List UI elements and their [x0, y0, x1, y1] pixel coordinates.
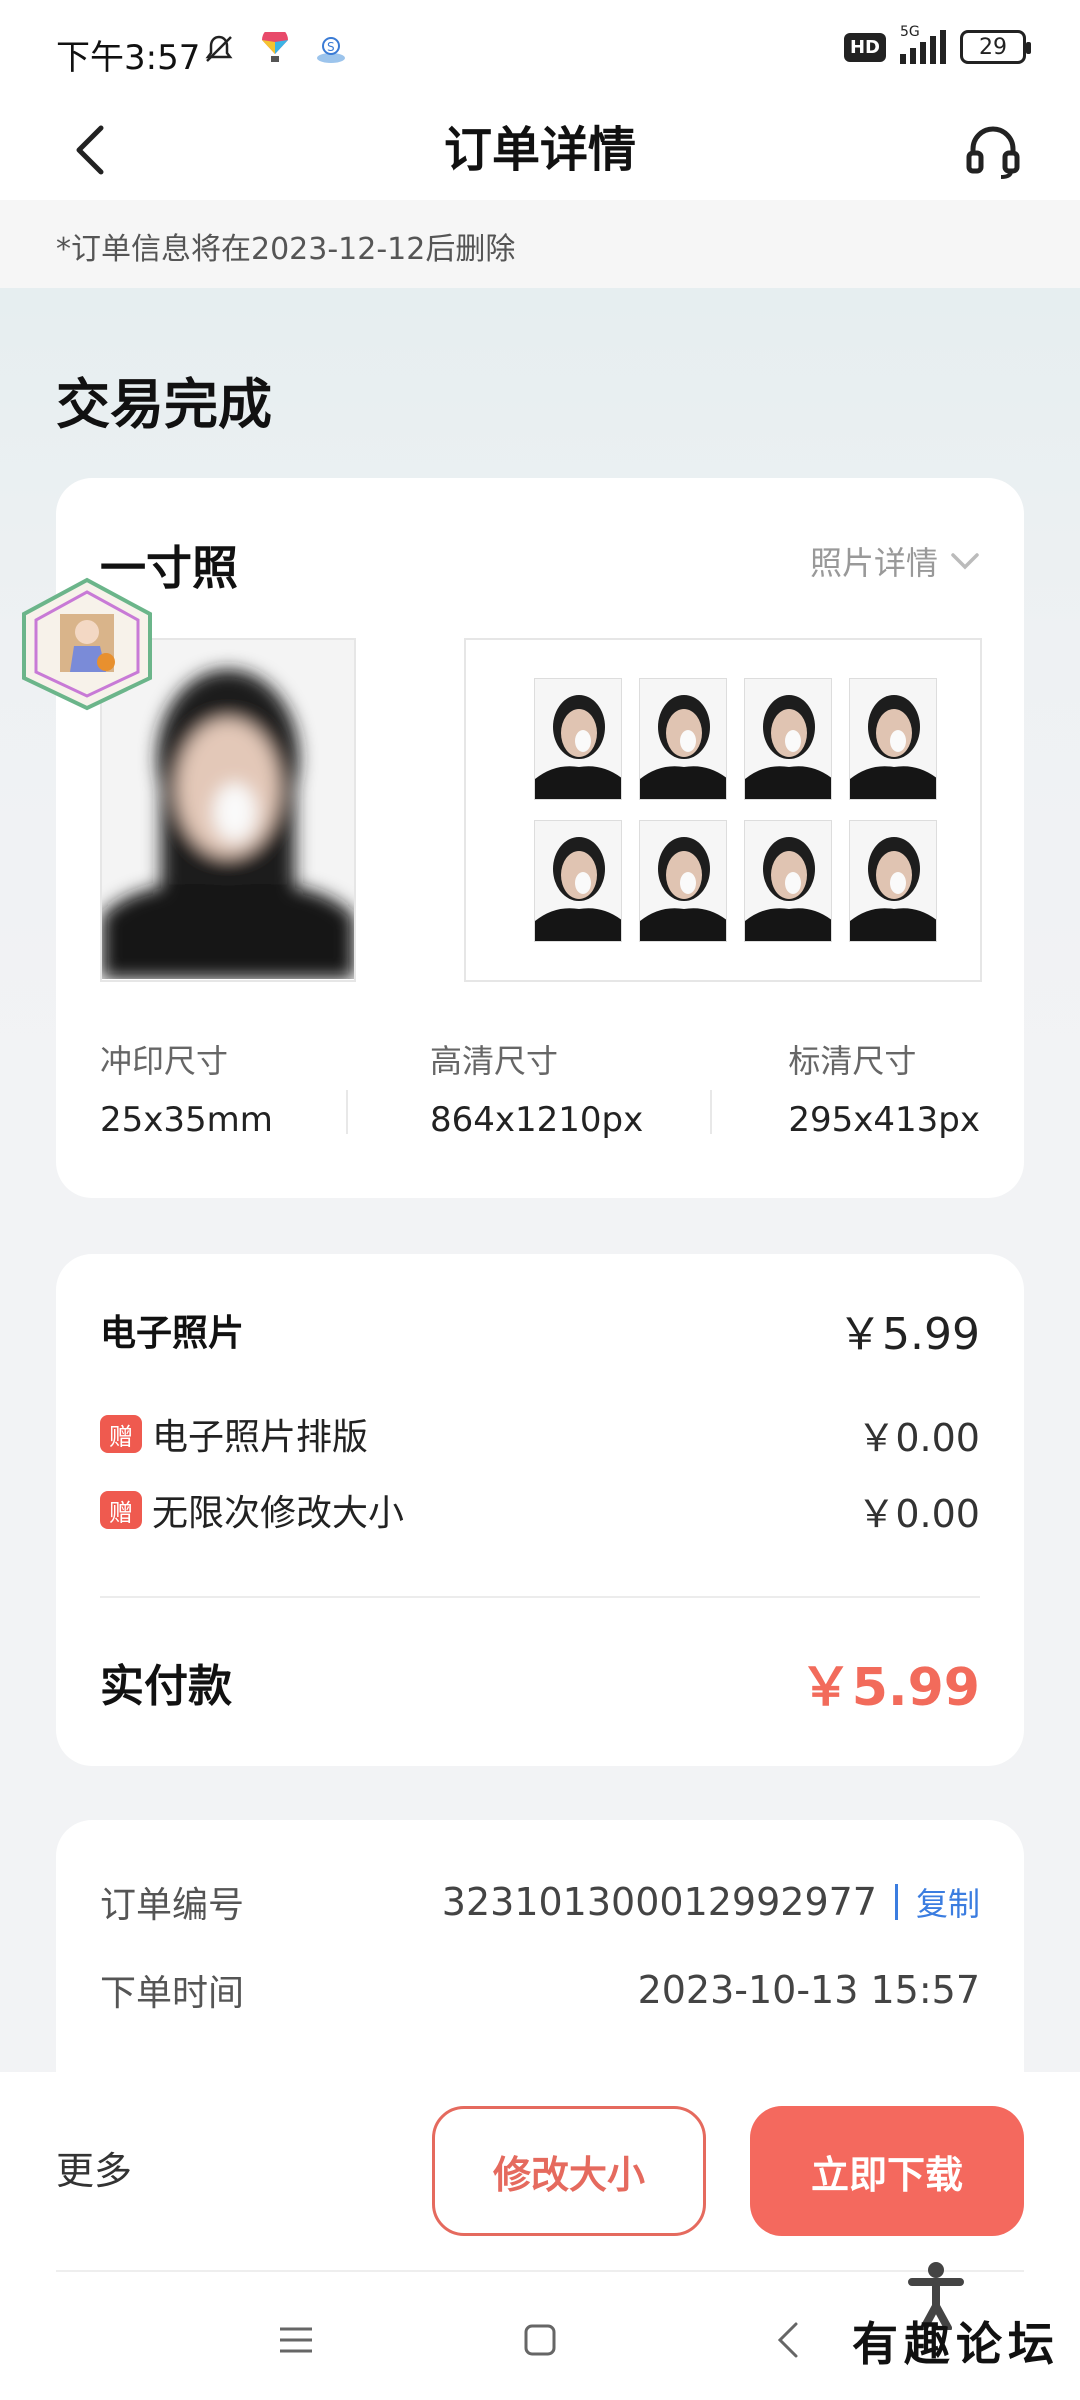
photo-detail-toggle[interactable]: 照片详情 [810, 538, 980, 584]
customer-service-button[interactable] [958, 116, 1028, 186]
back-button[interactable] [60, 120, 120, 180]
layout-thumbnail [639, 820, 727, 942]
spec-print-size: 冲印尺寸 25x35mm [100, 1036, 273, 1140]
floating-sticker-widget[interactable] [14, 574, 160, 714]
photo-layout-grid [534, 678, 937, 942]
layout-thumbnail [849, 678, 937, 800]
layout-thumbnail [744, 678, 832, 800]
order-info-card: 订单编号 323101300012992977 复制 下单时间 2023-10-… [56, 1820, 1024, 2080]
system-back-button[interactable] [758, 2310, 818, 2370]
spec-divider [710, 1090, 712, 1134]
spec-value: 295x413px [788, 1100, 980, 1140]
copy-button[interactable]: 复制 [916, 1879, 980, 1925]
svg-text:S: S [327, 40, 335, 54]
app-notification-icon [256, 30, 294, 68]
gift-row: 赠 电子照片排版 ￥0.00 [100, 1406, 980, 1462]
order-number-value: 323101300012992977 [441, 1880, 877, 1924]
gift-row: 赠 无限次修改大小 ￥0.00 [100, 1482, 980, 1538]
battery-level: 29 [979, 34, 1007, 60]
gift-label: 电子照片排版 [152, 1417, 369, 1458]
notice-text: *订单信息将在2023-12-12后删除 [56, 232, 516, 267]
spec-divider [346, 1090, 348, 1134]
gift-price: ￥0.00 [857, 1491, 980, 1536]
layout-thumbnail [744, 820, 832, 942]
status-system-icons: HD 5G 29 [843, 24, 1031, 64]
price-row-main: 电子照片 ￥5.99 [100, 1298, 980, 1362]
spec-label: 标清尺寸 [788, 1042, 917, 1080]
item-price: ￥5.99 [838, 1309, 980, 1360]
gift-price: ￥0.00 [857, 1415, 980, 1460]
menu-icon [280, 2327, 312, 2353]
download-button[interactable]: 立即下载 [750, 2106, 1024, 2236]
chevron-down-icon [951, 553, 979, 570]
status-bar: 下午3:57 S HD 5G 29 [0, 0, 1080, 100]
gift-label: 无限次修改大小 [152, 1493, 405, 1534]
square-icon [524, 2324, 556, 2356]
order-time-value: 2023-10-13 15:57 [637, 1968, 980, 2012]
photo-layout-sheet[interactable] [464, 638, 982, 982]
layout-thumbnail [534, 678, 622, 800]
order-number-label: 订单编号 [100, 1885, 245, 1926]
chevron-left-icon [76, 125, 104, 175]
signal-icon: 5G [900, 24, 946, 64]
item-label: 电子照片 [100, 1313, 245, 1354]
hd-badge: HD [843, 32, 886, 62]
order-number-row: 订单编号 323101300012992977 复制 [100, 1872, 980, 1932]
spec-value: 25x35mm [100, 1100, 273, 1140]
spec-sd-size: 标清尺寸 295x413px [788, 1036, 980, 1140]
photo-detail-label: 照片详情 [809, 544, 938, 582]
order-status: 交易完成 [56, 373, 272, 436]
price-divider [100, 1596, 980, 1598]
order-time-label: 下单时间 [100, 1973, 245, 2014]
layout-thumbnail [639, 678, 727, 800]
headset-icon [966, 126, 1020, 179]
spec-value: 864x1210px [430, 1100, 644, 1140]
total-row: 实付款 ￥5.99 [100, 1642, 980, 1722]
resize-button[interactable]: 修改大小 [432, 2106, 706, 2236]
total-label: 实付款 [100, 1661, 232, 1712]
spec-label: 高清尺寸 [430, 1042, 559, 1080]
header: 订单详情 [0, 100, 1080, 200]
recent-apps-button[interactable] [266, 2310, 326, 2370]
layout-thumbnail [849, 820, 937, 942]
layout-thumbnail [534, 820, 622, 942]
order-time-row: 下单时间 2023-10-13 15:57 [100, 1960, 980, 2020]
app-notification-icon-2: S [312, 30, 350, 68]
status-notification-icons: S [200, 30, 350, 68]
gift-badge: 赠 [100, 1415, 142, 1453]
gift-badge: 赠 [100, 1491, 142, 1529]
battery-icon: 29 [960, 30, 1031, 64]
deletion-notice: *订单信息将在2023-12-12后删除 [0, 200, 1080, 288]
spec-label: 冲印尺寸 [100, 1042, 229, 1080]
chevron-left-icon [777, 2322, 798, 2358]
network-type: 5G [900, 24, 920, 40]
spec-hd-size: 高清尺寸 864x1210px [430, 1036, 643, 1140]
more-button[interactable]: 更多 [56, 2140, 132, 2195]
home-button[interactable] [510, 2310, 570, 2370]
watermark-text: 有趣论坛 [852, 2317, 1060, 2371]
total-price: ￥5.99 [799, 1657, 980, 1718]
photo-specs: 冲印尺寸 25x35mm 高清尺寸 864x1210px 标清尺寸 295x41… [100, 1036, 980, 1146]
price-card: 电子照片 ￥5.99 赠 电子照片排版 ￥0.00 赠 无限次修改大小 ￥0.0… [56, 1254, 1024, 1766]
page-title: 订单详情 [443, 122, 636, 178]
photo-card: 一寸照 照片详情 冲印尺寸 25x35mm 高清尺寸 864x1210px 标清… [56, 478, 1024, 1198]
copy-separator [894, 1884, 898, 1920]
mute-icon [200, 30, 238, 68]
status-time: 下午3:57 [56, 38, 201, 78]
